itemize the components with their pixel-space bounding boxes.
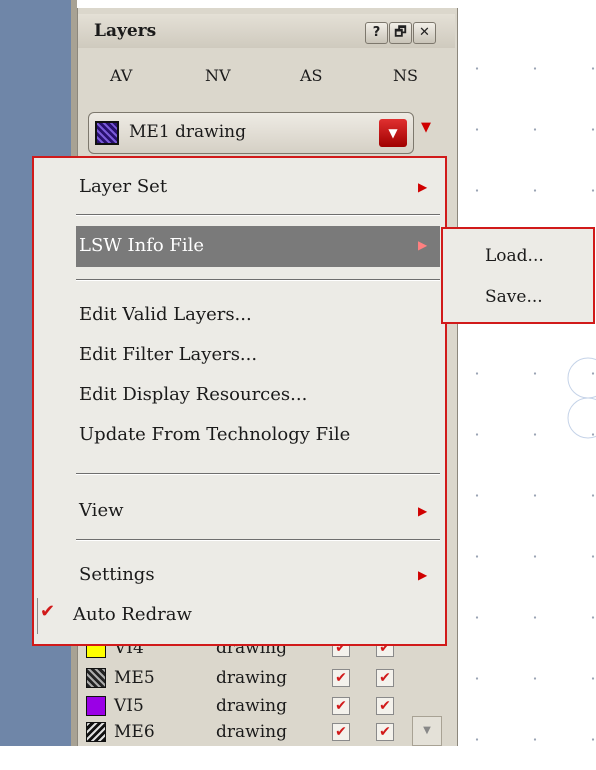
layer-name: VI5 bbox=[114, 696, 144, 716]
menu-separator bbox=[76, 473, 440, 475]
visible-checkbox[interactable]: ✔ bbox=[332, 697, 350, 715]
dropdown-button[interactable]: ▼ bbox=[379, 119, 407, 147]
menu-item-auto-redraw[interactable]: Auto Redraw bbox=[73, 604, 192, 625]
menu-item-layer-set[interactable]: Layer Set bbox=[79, 176, 167, 197]
canvas-shape bbox=[567, 357, 596, 439]
tab-av[interactable]: AV bbox=[110, 66, 132, 85]
tab-as[interactable]: AS bbox=[300, 66, 323, 85]
selectable-checkbox[interactable]: ✔ bbox=[376, 669, 394, 687]
submenu-arrow-icon: ▶ bbox=[418, 504, 428, 518]
submenu-arrow-icon: ▶ bbox=[418, 238, 428, 252]
panel-title: Layers bbox=[94, 21, 157, 41]
layer-name: ME6 bbox=[114, 722, 155, 742]
menu-item-edit-display-resources[interactable]: Edit Display Resources... bbox=[79, 384, 307, 405]
chevron-down-icon[interactable]: ▼ bbox=[421, 120, 431, 135]
bottom-strip bbox=[0, 746, 596, 770]
panel-title-bar: Layers ? 🗗 ✕ bbox=[78, 14, 455, 48]
menu-item-update-from-technology-file[interactable]: Update From Technology File bbox=[79, 424, 350, 445]
menu-item-edit-filter-layers[interactable]: Edit Filter Layers... bbox=[79, 344, 257, 365]
submenu-arrow-icon: ▶ bbox=[418, 568, 428, 582]
tab-ns[interactable]: NS bbox=[393, 66, 418, 85]
submenu-item-save[interactable]: Save... bbox=[485, 287, 543, 307]
lsw-info-file-submenu: Load... Save... bbox=[441, 227, 595, 324]
check-column bbox=[37, 598, 38, 634]
selectable-checkbox[interactable]: ✔ bbox=[376, 723, 394, 741]
lsw-context-menu: Layer Set ▶ LSW Info File ▶ Edit Valid L… bbox=[32, 156, 447, 646]
menu-item-view[interactable]: View bbox=[79, 500, 124, 521]
layer-row[interactable]: ME5 drawing ✔ ✔ bbox=[86, 666, 416, 692]
visible-checkbox[interactable]: ✔ bbox=[332, 723, 350, 741]
submenu-arrow-icon: ▶ bbox=[418, 180, 428, 194]
menu-separator bbox=[76, 539, 440, 541]
check-icon: ✔ bbox=[40, 601, 56, 622]
float-icon[interactable]: 🗗 bbox=[389, 22, 412, 44]
layer-swatch bbox=[95, 121, 119, 145]
menu-item-label: LSW Info File bbox=[79, 235, 205, 256]
scroll-down-arrow[interactable]: ▼ bbox=[412, 716, 442, 746]
menu-item-settings[interactable]: Settings bbox=[79, 564, 155, 585]
layer-row[interactable]: VI5 drawing ✔ ✔ bbox=[86, 694, 416, 720]
layer-swatch bbox=[86, 696, 106, 716]
layer-row[interactable]: ME6 drawing ✔ ✔ bbox=[86, 720, 416, 746]
layer-purpose: drawing bbox=[216, 668, 287, 688]
layer-selector-value: ME1 drawing bbox=[129, 122, 246, 142]
help-icon[interactable]: ? bbox=[365, 22, 388, 44]
close-icon[interactable]: ✕ bbox=[413, 22, 436, 44]
menu-item-edit-valid-layers[interactable]: Edit Valid Layers... bbox=[79, 304, 252, 325]
menu-separator bbox=[76, 279, 440, 281]
tab-nv[interactable]: NV bbox=[205, 66, 231, 85]
layer-swatch bbox=[86, 722, 106, 742]
layer-name: ME5 bbox=[114, 668, 155, 688]
layer-swatch bbox=[86, 668, 106, 688]
menu-item-lsw-info-file[interactable]: LSW Info File ▶ bbox=[76, 226, 440, 267]
layer-selector[interactable]: ME1 drawing ▼ bbox=[88, 112, 414, 154]
menu-separator bbox=[76, 214, 440, 216]
visible-checkbox[interactable]: ✔ bbox=[332, 669, 350, 687]
layer-purpose: drawing bbox=[216, 722, 287, 742]
submenu-item-load[interactable]: Load... bbox=[485, 246, 544, 266]
layer-purpose: drawing bbox=[216, 696, 287, 716]
selectable-checkbox[interactable]: ✔ bbox=[376, 697, 394, 715]
